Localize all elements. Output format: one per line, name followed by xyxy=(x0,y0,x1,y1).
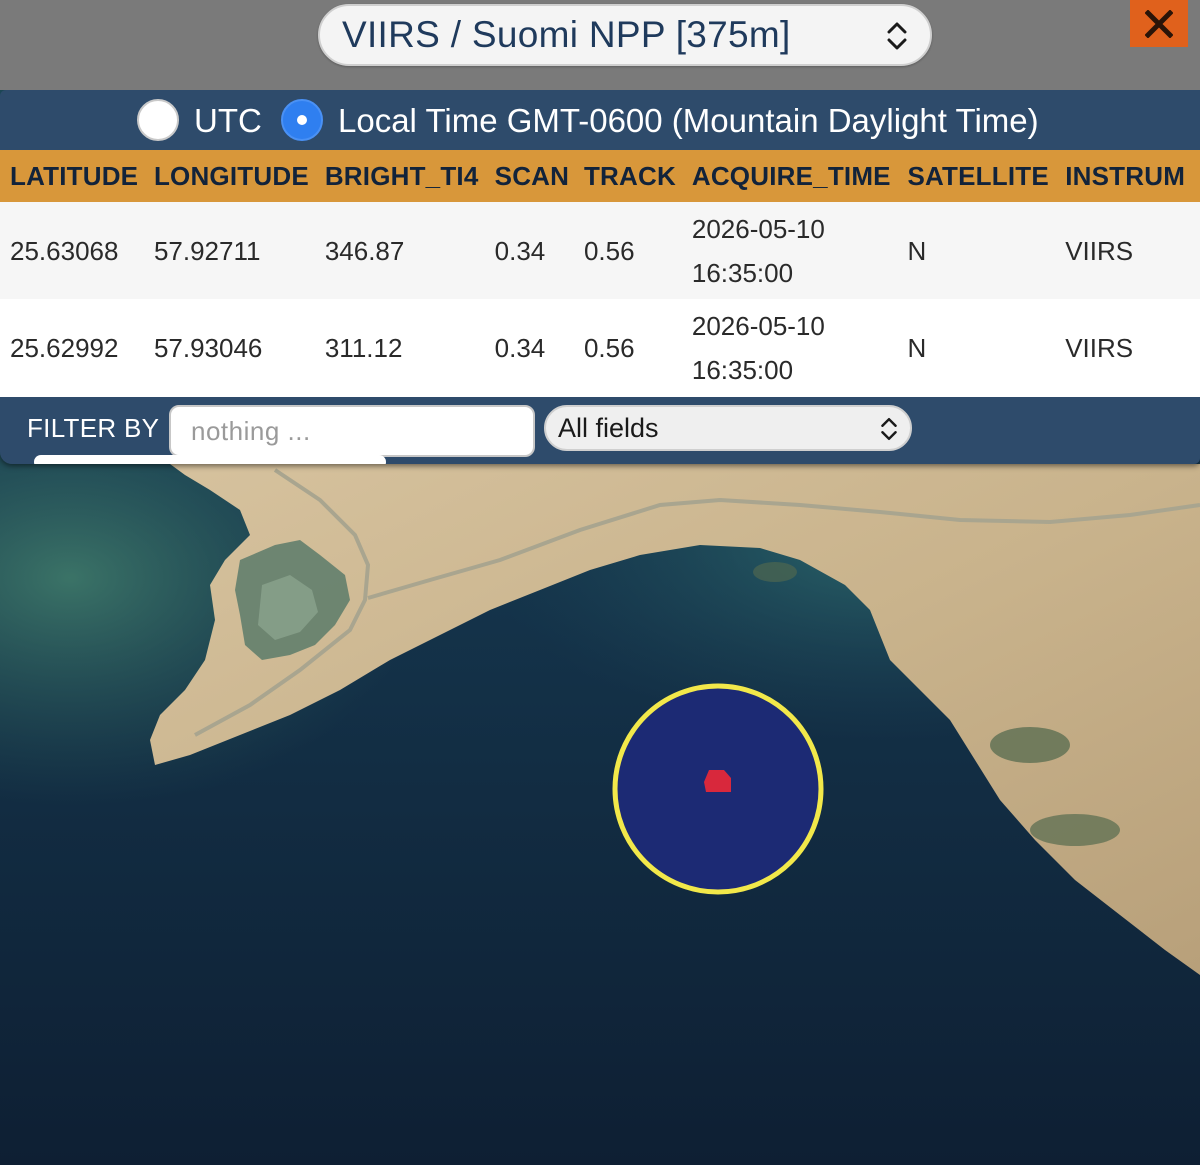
cell-instrument: VIIRS xyxy=(1055,202,1200,299)
vegetation xyxy=(753,562,797,582)
cell-bright-ti4: 346.87 xyxy=(314,202,485,299)
chevron-updown-icon xyxy=(881,417,897,441)
cell-track: 0.56 xyxy=(573,202,682,299)
satellite-source-select[interactable]: VIIRS / Suomi NPP [375m] xyxy=(318,4,932,66)
acquire-clock: 16:35:00 xyxy=(691,257,794,288)
filter-bar: FILTER BY All fields xyxy=(0,397,1200,464)
vegetation xyxy=(990,727,1070,763)
cell-latitude: 25.63068 xyxy=(0,202,144,299)
fire-info-popup: VIIRS / Suomi NPP [375m] UTC Local Time … xyxy=(0,0,1200,464)
acquire-date: 2026-05-10 xyxy=(691,213,825,244)
fire-map-app: VIIRS / Suomi NPP [375m] UTC Local Time … xyxy=(0,0,1200,1165)
fire-detections-table: LATITUDE LONGITUDE BRIGHT_TI4 SCAN TRACK… xyxy=(0,150,1200,396)
radio-local-time[interactable] xyxy=(281,99,323,141)
column-header-acquire-time[interactable]: ACQUIRE_TIME xyxy=(681,150,898,202)
cell-scan: 0.34 xyxy=(484,202,574,299)
table-row[interactable]: 25.62992 57.93046 311.12 0.34 0.56 2026-… xyxy=(0,299,1200,396)
filter-label: FILTER BY xyxy=(27,413,160,443)
cell-acquire-time: 2026-05-10 16:35:00 xyxy=(681,202,898,299)
radio-utc-label[interactable]: UTC xyxy=(194,102,262,140)
acquire-clock: 16:35:00 xyxy=(691,354,794,385)
vegetation xyxy=(1030,814,1120,846)
column-header-instrument[interactable]: INSTRUM xyxy=(1055,150,1200,202)
cell-satellite: N xyxy=(897,299,1056,396)
table-header-row: LATITUDE LONGITUDE BRIGHT_TI4 SCAN TRACK… xyxy=(0,150,1200,202)
cell-longitude: 57.92711 xyxy=(143,202,315,299)
time-mode-bar: UTC Local Time GMT-0600 (Mountain Daylig… xyxy=(0,90,1200,150)
cell-instrument: VIIRS xyxy=(1055,299,1200,396)
cell-scan: 0.34 xyxy=(484,299,574,396)
cell-longitude: 57.93046 xyxy=(143,299,315,396)
close-button[interactable] xyxy=(1130,0,1188,47)
column-header-bright-ti4[interactable]: BRIGHT_TI4 xyxy=(314,150,485,202)
chevron-updown-icon xyxy=(887,22,907,50)
filter-field-value: All fields xyxy=(558,413,659,443)
radio-utc[interactable] xyxy=(137,99,179,141)
acquire-date: 2026-05-10 xyxy=(691,310,825,341)
satellite-source-value: VIIRS / Suomi NPP [375m] xyxy=(342,14,791,55)
column-header-satellite[interactable]: SATELLITE xyxy=(897,150,1056,202)
column-header-track[interactable]: TRACK xyxy=(573,150,682,202)
filter-input[interactable] xyxy=(169,405,535,457)
table-row[interactable]: 25.63068 57.92711 346.87 0.34 0.56 2026-… xyxy=(0,202,1200,299)
cell-acquire-time: 2026-05-10 16:35:00 xyxy=(681,299,898,396)
column-header-scan[interactable]: SCAN xyxy=(484,150,574,202)
column-header-longitude[interactable]: LONGITUDE xyxy=(143,150,315,202)
column-header-latitude[interactable]: LATITUDE xyxy=(0,150,144,202)
cell-latitude: 25.62992 xyxy=(0,299,144,396)
hidden-control-edge xyxy=(34,455,386,464)
popup-header: VIIRS / Suomi NPP [375m] xyxy=(0,0,1200,90)
cell-bright-ti4: 311.12 xyxy=(314,299,485,396)
close-icon xyxy=(1145,9,1173,38)
radio-local-time-label[interactable]: Local Time GMT-0600 (Mountain Daylight T… xyxy=(338,102,1039,140)
fire-table-container[interactable]: LATITUDE LONGITUDE BRIGHT_TI4 SCAN TRACK… xyxy=(0,150,1200,397)
filter-field-select[interactable]: All fields xyxy=(544,405,912,451)
cell-satellite: N xyxy=(897,202,1056,299)
cell-track: 0.56 xyxy=(573,299,682,396)
